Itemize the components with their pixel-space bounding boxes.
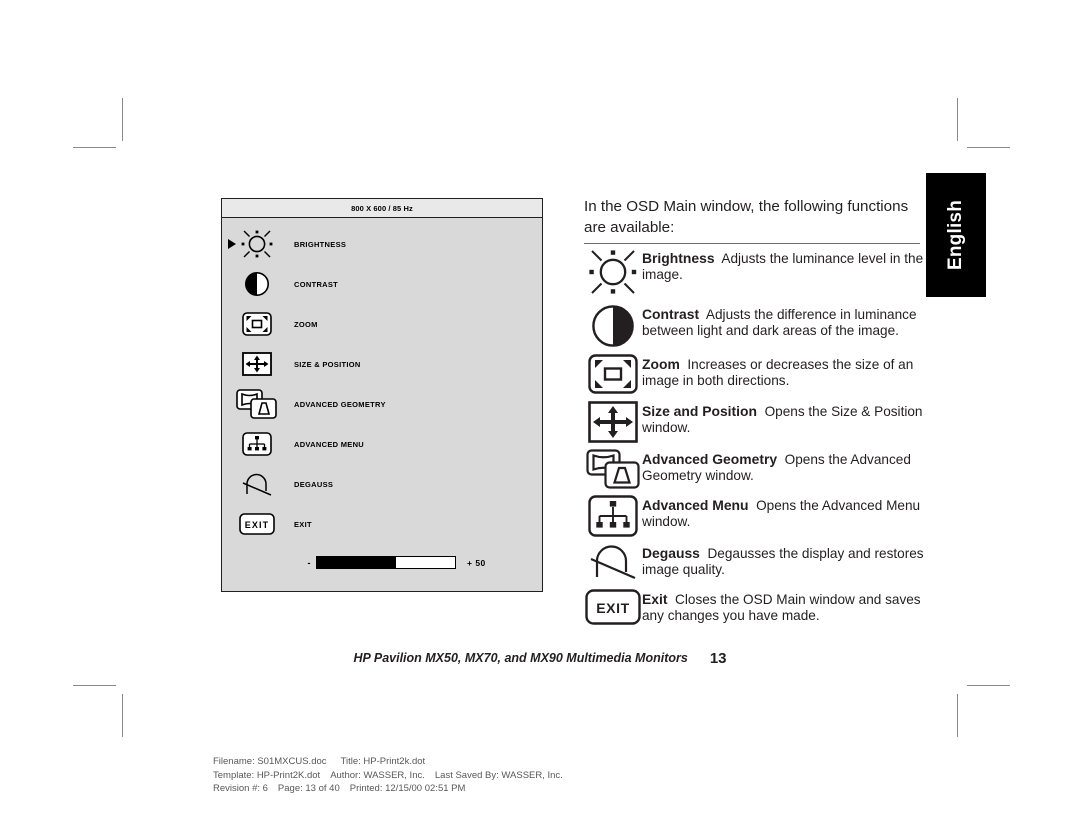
advanced-geometry-icon <box>584 447 642 489</box>
contrast-icon <box>584 302 642 348</box>
definition-term: Exit <box>642 591 668 607</box>
osd-item-advanced-geometry[interactable]: ADVANCED GEOMETRY <box>222 384 542 424</box>
doc-author: Author: WASSER, Inc. <box>330 769 425 781</box>
zoom-icon <box>234 312 280 336</box>
osd-menu-list: BRIGHTNESS CONTRAST ZOOM SIZE & POSITION… <box>222 218 542 569</box>
crop-mark-top-left-vertical <box>122 98 123 141</box>
crop-mark-top-right-vertical <box>957 98 958 141</box>
contrast-icon <box>234 271 280 297</box>
definition-term: Brightness <box>642 250 715 266</box>
running-footer-title: HP Pavilion MX50, MX70, and MX90 Multime… <box>353 651 688 665</box>
definition-term: Advanced Geometry <box>642 451 778 467</box>
doc-page: Page: 13 of 40 <box>277 783 340 794</box>
svg-text:EXIT: EXIT <box>245 520 269 530</box>
exit-icon: EXIT <box>584 587 642 625</box>
osd-item-contrast[interactable]: CONTRAST <box>222 264 542 304</box>
doc-info-line-2: Template: HP-Print2K.dot Author: WASSER, … <box>213 769 813 783</box>
osd-item-label: CONTRAST <box>294 279 339 289</box>
running-footer: HP Pavilion MX50, MX70, and MX90 Multime… <box>0 650 1080 667</box>
doc-title: Title: HP-Print2k.dot <box>340 756 426 767</box>
definition-exit: EXIT Exit Closes the OSD Main window and… <box>584 587 924 625</box>
function-definition-list: Brightness Adjusts the luminance level i… <box>584 246 924 627</box>
section-divider <box>584 243 920 244</box>
crop-mark-bottom-right-vertical <box>957 694 958 737</box>
doc-last-saved-by: Last Saved By: WASSER, Inc. <box>434 769 563 781</box>
degauss-icon <box>584 541 642 581</box>
osd-item-label: ADVANCED MENU <box>294 439 365 449</box>
definition-term: Contrast <box>642 306 700 322</box>
doc-revision: Revision #: 6 <box>213 783 268 794</box>
doc-printed: Printed: 12/15/00 02:51 PM <box>349 783 466 794</box>
definition-brightness: Brightness Adjusts the luminance level i… <box>584 246 924 296</box>
slider-minus-label: - <box>307 557 311 568</box>
crop-mark-top-left-horizontal <box>73 147 116 148</box>
slider-plus-label: + 50 <box>467 557 486 568</box>
definition-text: Advanced Geometry Opens the Advanced Geo… <box>642 447 924 485</box>
definition-text: Contrast Adjusts the difference in lumin… <box>642 302 924 340</box>
brightness-icon <box>584 246 642 296</box>
definition-zoom: Zoom Increases or decreases the size of … <box>584 352 924 394</box>
doc-info-line-1: Filename: S01MXCUS.doc Title: HP-Print2k.… <box>213 755 813 769</box>
exit-icon: EXIT <box>234 513 280 535</box>
osd-main-window: 800 X 600 / 85 Hz BRIGHTNESS CONTRAST ZO… <box>221 198 543 592</box>
osd-item-advanced-menu[interactable]: ADVANCED MENU <box>222 424 542 464</box>
definition-text: Size and Position Opens the Size & Posit… <box>642 399 924 437</box>
page-number: 13 <box>709 650 727 667</box>
osd-item-label: ZOOM <box>294 319 318 329</box>
slider-track[interactable] <box>316 556 456 569</box>
advanced-menu-icon <box>234 432 280 456</box>
doc-info-line-3: Revision #: 6 Page: 13 of 40 Printed: 12/1… <box>213 782 813 796</box>
size-position-icon <box>234 352 280 376</box>
crop-mark-bottom-right-horizontal <box>967 685 1010 686</box>
doc-filename: Filename: S01MXCUS.doc <box>213 756 327 767</box>
definition-text: Exit Closes the OSD Main window and save… <box>642 587 924 625</box>
osd-item-label: ADVANCED GEOMETRY <box>294 399 386 409</box>
osd-item-degauss[interactable]: DEGAUSS <box>222 464 542 504</box>
language-tab-english: English <box>926 173 986 297</box>
definition-degauss: Degauss Degausses the display and restor… <box>584 541 924 581</box>
definition-text: Zoom Increases or decreases the size of … <box>642 352 924 390</box>
osd-title-bar: 800 X 600 / 85 Hz <box>222 199 542 218</box>
advanced-menu-icon <box>584 493 642 537</box>
definition-size-position: Size and Position Opens the Size & Posit… <box>584 399 924 443</box>
crop-mark-bottom-left-horizontal <box>73 685 116 686</box>
osd-item-label: BRIGHTNESS <box>294 239 347 249</box>
definition-text: Degauss Degausses the display and restor… <box>642 541 924 579</box>
definition-description: Closes the OSD Main window and saves any… <box>642 592 921 624</box>
definition-advanced-menu: Advanced Menu Opens the Advanced Menu wi… <box>584 493 924 537</box>
slider-fill <box>317 557 396 568</box>
osd-item-brightness[interactable]: BRIGHTNESS <box>222 224 542 264</box>
intro-paragraph: In the OSD Main window, the following fu… <box>584 198 909 236</box>
osd-item-size-position[interactable]: SIZE & POSITION <box>222 344 542 384</box>
svg-text:EXIT: EXIT <box>596 600 630 616</box>
degauss-icon <box>234 471 280 497</box>
brightness-icon <box>234 229 280 259</box>
definition-term: Size and Position <box>642 403 757 419</box>
osd-item-label: SIZE & POSITION <box>294 359 361 369</box>
definition-text: Brightness Adjusts the luminance level i… <box>642 246 924 284</box>
osd-item-zoom[interactable]: ZOOM <box>222 304 542 344</box>
osd-selection-pointer-icon <box>228 239 236 249</box>
advanced-geometry-icon <box>234 389 280 419</box>
document-info-block: Filename: S01MXCUS.doc Title: HP-Print2k.… <box>213 755 813 796</box>
definition-text: Advanced Menu Opens the Advanced Menu wi… <box>642 493 924 531</box>
manual-page: 800 X 600 / 85 Hz BRIGHTNESS CONTRAST ZO… <box>0 0 1080 834</box>
definition-term: Zoom <box>642 356 680 372</box>
language-tab-label: English <box>945 199 966 271</box>
definition-term: Advanced Menu <box>642 497 749 513</box>
definition-contrast: Contrast Adjusts the difference in lumin… <box>584 302 924 348</box>
crop-mark-bottom-left-vertical <box>122 694 123 737</box>
definition-term: Degauss <box>642 545 700 561</box>
zoom-icon <box>584 352 642 394</box>
crop-mark-top-right-horizontal <box>967 147 1010 148</box>
doc-template: Template: HP-Print2K.dot <box>213 769 321 781</box>
osd-item-exit[interactable]: EXIT EXIT <box>222 504 542 544</box>
size-position-icon <box>584 399 642 443</box>
osd-value-slider[interactable]: - + 50 <box>222 556 542 569</box>
osd-item-label: DEGAUSS <box>294 479 334 489</box>
definition-advanced-geometry: Advanced Geometry Opens the Advanced Geo… <box>584 447 924 489</box>
osd-item-label: EXIT <box>294 519 312 529</box>
